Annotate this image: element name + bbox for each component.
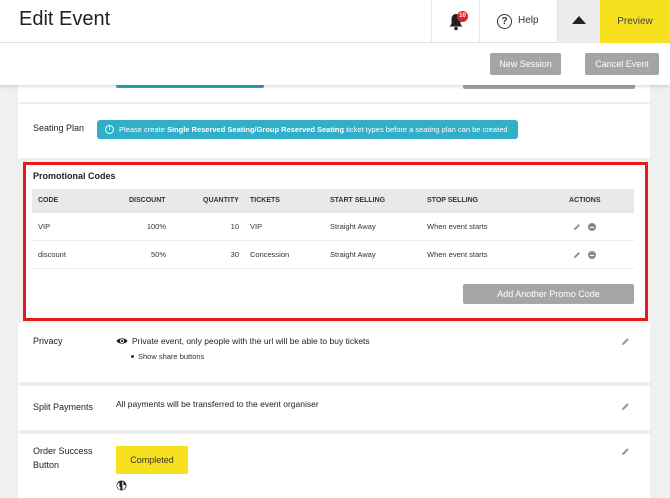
partial-gray-button <box>463 85 635 89</box>
pencil-icon[interactable] <box>621 337 630 346</box>
help-button[interactable]: ? Help <box>479 0 557 43</box>
cell-discount: 50% <box>150 250 166 259</box>
caret-up-icon <box>572 16 586 24</box>
cell-tickets: VIP <box>250 222 263 231</box>
seating-plan-label: Seating Plan <box>33 123 85 133</box>
col-tickets: TICKETS <box>250 197 280 204</box>
page-title: Edit Event <box>19 8 111 30</box>
privacy-label: Privacy <box>33 336 63 346</box>
info-prefix: Please create <box>119 125 167 134</box>
table-row: VIP 100% 10 VIP Straight Away When event… <box>32 213 634 241</box>
table-row: discount 50% 30 Concession Straight Away… <box>32 241 634 269</box>
info-suffix: ticket types before a seating plan can b… <box>344 125 508 134</box>
privacy-text: Private event, only people with the url … <box>132 336 370 346</box>
split-payments-label: Split Payments <box>33 402 94 412</box>
info-icon: i <box>105 125 114 134</box>
pencil-icon[interactable] <box>621 402 630 411</box>
partial-blue-element <box>116 85 264 88</box>
col-quantity: QUANTITY <box>203 197 239 204</box>
pencil-icon[interactable] <box>621 447 630 456</box>
cell-tickets: Concession <box>250 250 290 259</box>
cell-stop-selling: When event starts <box>427 222 488 231</box>
cell-stop-selling: When event starts <box>427 250 488 259</box>
order-success-card <box>18 434 650 498</box>
collapse-toggle[interactable] <box>557 0 600 43</box>
cell-code: VIP <box>38 222 51 231</box>
eye-icon <box>116 338 128 344</box>
pencil-icon[interactable] <box>573 251 581 259</box>
cell-code: discount <box>38 250 66 259</box>
add-promo-code-button[interactable]: Add Another Promo Code <box>463 284 634 304</box>
col-start-selling: START SELLING <box>330 197 386 204</box>
notifications-button[interactable]: 10 <box>431 0 479 43</box>
action-bar: New Session Cancel Event <box>0 43 670 85</box>
cell-discount: 100% <box>146 222 166 231</box>
col-code: CODE <box>38 197 59 204</box>
help-label: Help <box>518 15 539 26</box>
cell-quantity: 30 <box>230 250 239 259</box>
notification-badge: 10 <box>457 11 468 22</box>
info-bold: Single Reserved Seating/Group Reserved S… <box>166 125 345 134</box>
pencil-icon[interactable] <box>573 223 581 231</box>
col-actions: ACTIONS <box>569 197 601 204</box>
globe-icon <box>116 480 127 491</box>
cell-start-selling: Straight Away <box>330 222 376 231</box>
order-success-label-line2: Button <box>33 460 60 470</box>
cancel-event-button[interactable]: Cancel Event <box>585 53 659 75</box>
col-stop-selling: STOP SELLING <box>427 197 479 204</box>
promo-codes-title: Promotional Codes <box>33 171 116 181</box>
remove-icon[interactable] <box>588 251 596 259</box>
new-session-button[interactable]: New Session <box>490 53 561 75</box>
split-payments-card <box>18 386 650 430</box>
remove-icon[interactable] <box>588 223 596 231</box>
cell-quantity: 10 <box>230 222 239 231</box>
help-circle-icon: ? <box>497 14 512 29</box>
col-discount: DISCOUNT <box>129 197 166 204</box>
seating-plan-info: i Please create Single Reserved Seating/… <box>97 120 518 139</box>
share-buttons-option: Show share buttons <box>138 352 205 361</box>
top-bar: Edit Event 10 ? Help Preview <box>0 0 670 43</box>
privacy-card <box>18 323 650 382</box>
completed-button[interactable]: Completed <box>116 446 188 474</box>
order-success-label-line1: Order Success <box>33 446 93 456</box>
promo-table-header: CODE DISCOUNT QUANTITY TICKETS START SEL… <box>32 189 634 213</box>
split-payments-text: All payments will be transferred to the … <box>116 399 319 409</box>
bullet-dot <box>131 355 134 358</box>
preview-button[interactable]: Preview <box>600 0 670 43</box>
cell-start-selling: Straight Away <box>330 250 376 259</box>
